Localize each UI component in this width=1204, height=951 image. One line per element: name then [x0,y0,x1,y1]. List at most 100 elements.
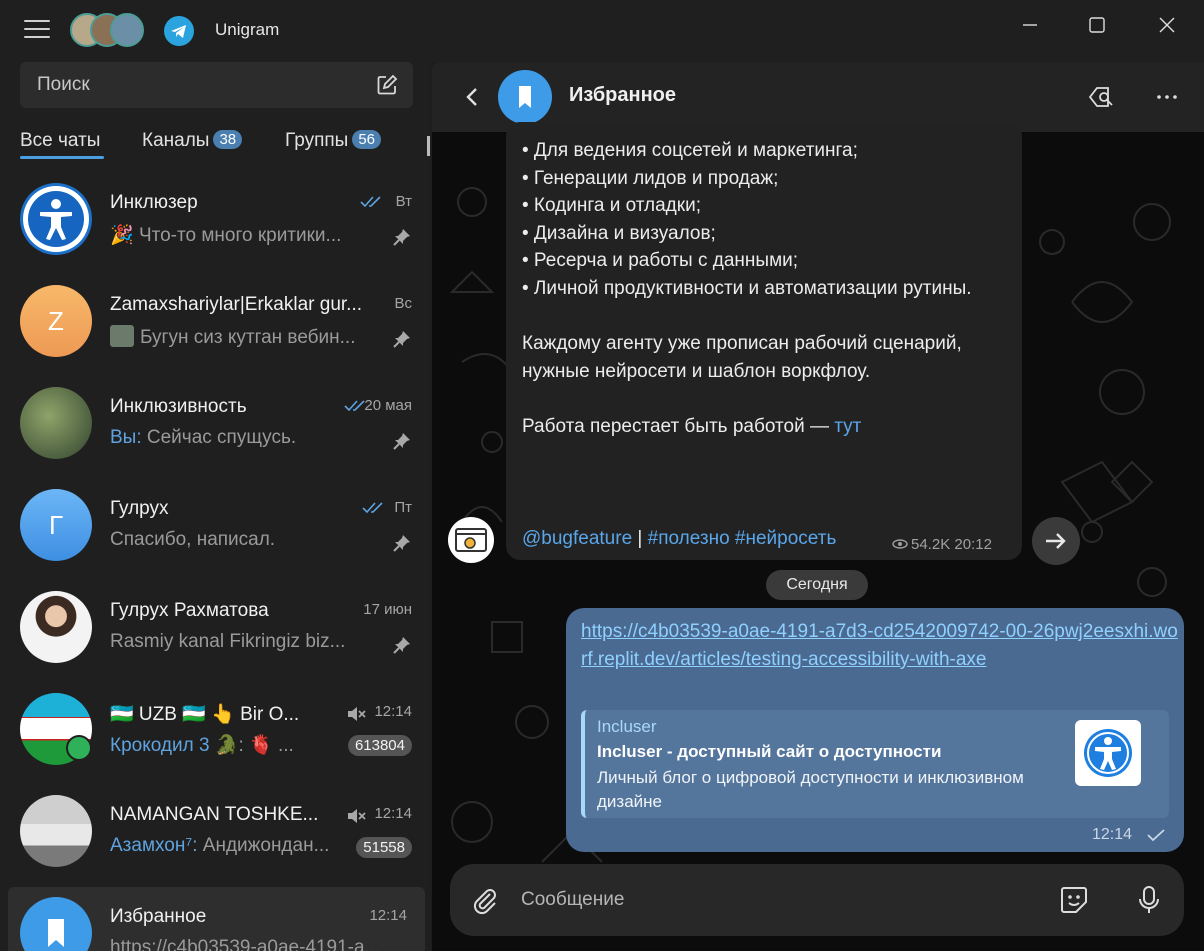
channel-mention-link[interactable]: @bugfeature [522,528,632,549]
tab-all-chats[interactable]: Все чаты [20,130,100,152]
message-footer: @bugfeature | #полезно #нейросеть [522,528,836,550]
chat-time: Пт [394,499,412,516]
more-dots-icon [1157,95,1177,99]
arrow-right-icon [1046,533,1066,549]
chat-list-panel: Поиск Все чаты Каналы 38 Группы 56 Инклюзе… [0,62,430,951]
avatar-letter: Z [48,305,64,336]
minimize-button[interactable] [1010,10,1050,40]
folder-tabs: Все чаты Каналы 38 Группы 56 [0,124,430,166]
preview-title: Incluser - доступный сайт о доступности [597,742,942,761]
maximize-button[interactable] [1076,10,1116,40]
chat-name: NAMANGAN TOSHKE... [110,804,319,825]
message-bubble-outgoing[interactable]: https://c4b03539-a0ae-4191-a7d3-cd254200… [566,608,1184,852]
chat-name: Инклюзивность [110,396,247,417]
chat-name: Zamaxshariylar|Erkaklar gur... [110,294,363,315]
chat-item-saved-messages[interactable]: Избранное 12:14 https://c4b03539-a0ae-41… [8,887,425,951]
read-ticks-icon [362,502,383,514]
sticker-icon [1061,887,1087,913]
chat-preview: Вы: Сейчас спущусь. [110,427,382,449]
preview-text: Бугун сиз кутган вебин... [140,327,356,348]
message-url-link[interactable]: https://c4b03539-a0ae-4191-a7d3-cd254200… [581,618,1181,674]
chat-item-uzb[interactable]: 🇺🇿 UZB 🇺🇿 👆 Bir O... 12:14 Крокодил 3 🐊:… [0,683,430,785]
pin-icon [393,229,410,246]
chat-item-incluser[interactable]: Инклюзер Вт 🎉 Что-то много критики... [0,173,430,275]
compose-icon[interactable] [376,74,398,96]
chat-time: Вс [394,295,412,312]
chevron-left-icon [466,88,477,106]
channel-avatar[interactable] [448,517,494,563]
message-time: 12:14 [1092,826,1133,843]
preview-site-name: Incluser [597,717,657,736]
unread-count-badge: 51558 [356,837,412,858]
chat-name: 🇺🇿 UZB 🇺🇿 👆 Bir O... [110,704,300,725]
tab-badge: 56 [352,130,381,149]
chat-item-gulrukh-rakhmatova[interactable]: Гулрух Рахматова 17 июн Rasmiy kanal Fik… [0,581,430,683]
pin-icon [393,535,410,552]
avatar: Г [20,489,92,561]
chat-preview: Азамхон⁷: Андижондан... [110,835,348,857]
close-window-button[interactable] [1146,10,1186,40]
active-tab-indicator [20,156,104,159]
bookmark-icon [48,919,64,947]
voice-record-button[interactable] [1134,884,1164,916]
tabs-overflow-edge [427,136,430,156]
account-avatars[interactable] [70,13,144,49]
chat-item-gulrukh[interactable]: Г Гулрух Пт Спасибо, написал. [0,479,430,581]
preview-emoji: 🎉 [110,225,134,246]
search-placeholder: Поиск [37,74,90,95]
preview-sender: Азамхон⁷: [110,835,198,856]
bugfeature-logo-icon [455,528,487,552]
more-options-button[interactable] [1152,82,1182,112]
avatar [20,897,92,951]
chat-avatar[interactable] [498,70,552,124]
chat-name: Гулрух [110,498,169,519]
chat-preview: Бугун сиз кутган вебин... [110,325,382,349]
muted-icon [348,809,366,823]
chat-item-zamaxshariylar[interactable]: Z Zamaxshariylar|Erkaklar gur... Вс Бугу… [0,275,430,377]
message-link[interactable]: тут [834,416,861,437]
preview-sender: Вы: [110,427,142,448]
tab-groups[interactable]: Группы 56 [285,130,381,152]
paperclip-icon [473,889,496,915]
chat-item-namangan[interactable]: NAMANGAN TOSHKE... 12:14 Азамхон⁷: Андиж… [0,785,430,887]
back-button[interactable] [460,84,486,110]
tab-channels[interactable]: Каналы 38 [142,130,243,152]
chat-time: 12:14 [374,703,412,720]
tag-search-icon [1088,87,1113,107]
menu-icon[interactable] [24,20,50,42]
chat-item-inclusivity[interactable]: Инклюзивность 20 мая Вы: Сейчас спущусь. [0,377,430,479]
preview-text: Сейчас спущусь. [146,427,297,448]
avatar [20,183,92,255]
pin-icon [393,331,410,348]
tab-badge: 38 [213,130,243,149]
search-tag-button[interactable] [1086,82,1116,112]
avatar: Z [20,285,92,357]
tab-label: Каналы [142,130,210,151]
message-text: • Для ведения соцсетей и маркетинга; • Г… [522,137,1012,441]
title-bar: Unigram [0,0,1204,62]
microphone-icon [1139,886,1159,913]
chat-time: 17 июн [363,601,412,618]
preview-text: Что-то много критики... [138,225,342,246]
forward-button[interactable] [1032,517,1080,565]
chat-time: 20 мая [364,397,412,414]
search-input[interactable]: Поиск [20,62,413,108]
message-composer: Сообщение [450,864,1184,936]
avatar [20,591,92,663]
link-preview-card[interactable]: Incluser Incluser - доступный сайт о дос… [581,710,1169,818]
sticker-emoji-button[interactable] [1058,884,1090,916]
attach-button[interactable] [470,886,500,916]
hashtag-links[interactable]: #полезно #нейросеть [648,528,837,549]
tab-label: Группы [285,130,349,151]
message-input[interactable]: Сообщение [521,889,624,911]
chat-title[interactable]: Избранное [569,84,676,107]
account-avatar[interactable] [110,13,144,47]
chat-preview: Rasmiy kanal Fikringiz biz... [110,631,346,652]
message-meta: 54.2K 20:12 [892,536,992,553]
preview-text: 🐊: 🫀 ... [214,735,294,756]
chat-preview: Крокодил 3 🐊: 🫀 ... [110,733,338,757]
read-ticks-icon [360,196,381,208]
pin-icon [393,637,410,654]
unread-count-badge: 613804 [347,735,412,756]
preview-sender: Крокодил 3 [110,735,210,756]
